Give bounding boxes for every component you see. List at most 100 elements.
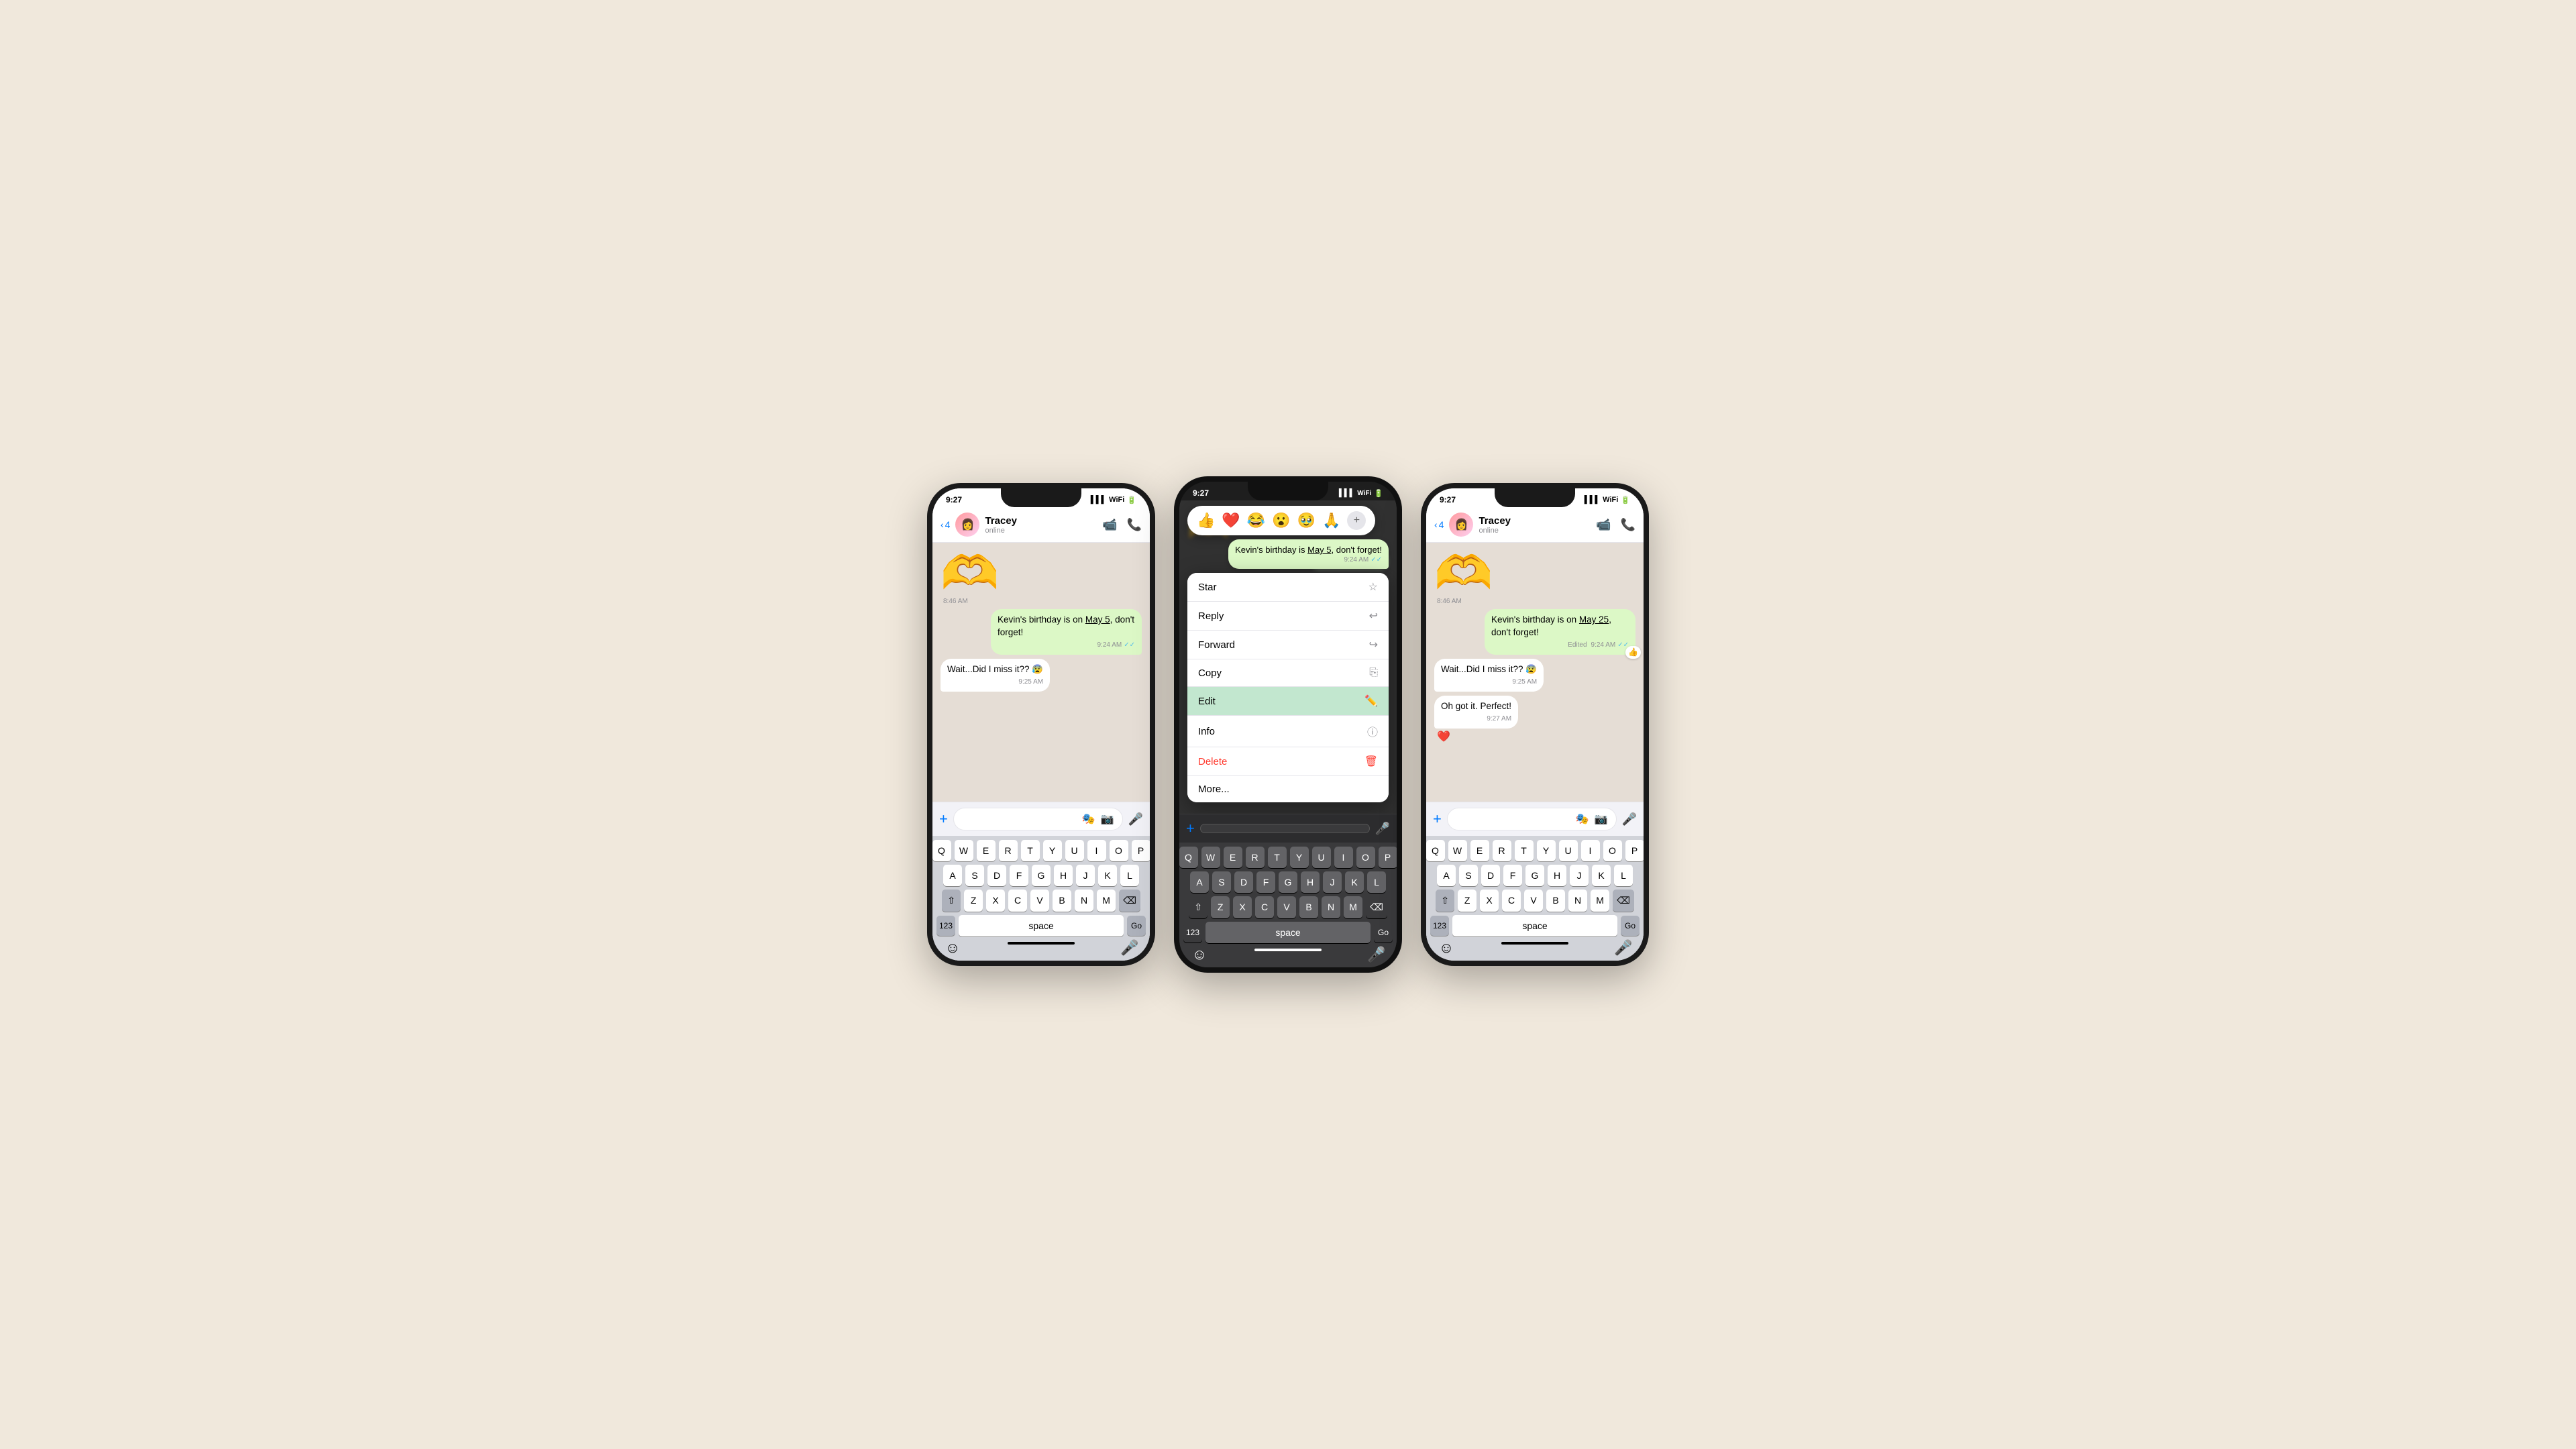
key-p-m[interactable]: P bbox=[1379, 847, 1397, 868]
mic-button-middle[interactable]: 🎤 bbox=[1375, 822, 1390, 836]
back-button-right[interactable]: ‹ 4 bbox=[1434, 519, 1444, 530]
key-space-m[interactable]: space bbox=[1205, 922, 1371, 943]
key-t-r[interactable]: T bbox=[1515, 840, 1534, 861]
key-u-left[interactable]: U bbox=[1065, 840, 1084, 861]
key-space-left[interactable]: space bbox=[959, 915, 1124, 936]
key-g-left[interactable]: G bbox=[1032, 865, 1051, 886]
key-r-left[interactable]: R bbox=[999, 840, 1018, 861]
emoji-more-button[interactable]: + bbox=[1347, 511, 1366, 530]
emoji-key-middle[interactable]: ☺ bbox=[1187, 946, 1212, 963]
key-t-m[interactable]: T bbox=[1268, 847, 1287, 868]
key-j-r[interactable]: J bbox=[1570, 865, 1589, 886]
key-d-r[interactable]: D bbox=[1481, 865, 1500, 886]
key-z-r[interactable]: Z bbox=[1458, 890, 1477, 912]
phone-call-icon-left[interactable]: 📞 bbox=[1127, 518, 1142, 532]
key-shift-r[interactable]: ⇧ bbox=[1436, 890, 1454, 912]
mic-key-left[interactable]: 🎤 bbox=[1118, 939, 1142, 957]
key-c-m[interactable]: C bbox=[1255, 896, 1274, 918]
ctx-item-copy[interactable]: Copy ⎘ bbox=[1187, 659, 1389, 687]
key-123-r[interactable]: 123 bbox=[1430, 916, 1449, 936]
key-z-m[interactable]: Z bbox=[1211, 896, 1230, 918]
key-a-m[interactable]: A bbox=[1190, 871, 1209, 893]
reaction-thumbs-up[interactable]: 👍 bbox=[1197, 512, 1215, 529]
key-v-r[interactable]: V bbox=[1524, 890, 1543, 912]
key-d-m[interactable]: D bbox=[1234, 871, 1253, 893]
add-attachment-icon-middle[interactable]: + bbox=[1186, 820, 1195, 837]
key-l-r[interactable]: L bbox=[1614, 865, 1633, 886]
key-i-left[interactable]: I bbox=[1087, 840, 1106, 861]
key-p-left[interactable]: P bbox=[1132, 840, 1150, 861]
key-v-m[interactable]: V bbox=[1277, 896, 1296, 918]
key-h-r[interactable]: H bbox=[1548, 865, 1566, 886]
key-n-left[interactable]: N bbox=[1075, 890, 1093, 912]
emoji-key-right[interactable]: ☺ bbox=[1434, 939, 1458, 957]
key-shift-left[interactable]: ⇧ bbox=[942, 890, 961, 912]
key-k-left[interactable]: K bbox=[1098, 865, 1117, 886]
key-del-r[interactable]: ⌫ bbox=[1613, 890, 1634, 912]
key-go-m[interactable]: Go bbox=[1374, 922, 1393, 943]
ctx-item-edit[interactable]: Edit ✏️ bbox=[1187, 687, 1389, 716]
key-x-m[interactable]: X bbox=[1233, 896, 1252, 918]
sticker-input-icon-left[interactable]: 🎭 bbox=[1082, 812, 1095, 826]
key-e-r[interactable]: E bbox=[1470, 840, 1489, 861]
key-123-m[interactable]: 123 bbox=[1183, 922, 1202, 943]
key-shift-m[interactable]: ⇧ bbox=[1189, 896, 1208, 918]
key-h-left[interactable]: H bbox=[1054, 865, 1073, 886]
ctx-item-more[interactable]: More... bbox=[1187, 776, 1389, 802]
mic-key-middle[interactable]: 🎤 bbox=[1364, 946, 1389, 963]
key-o-left[interactable]: O bbox=[1110, 840, 1128, 861]
mic-button-left[interactable]: 🎤 bbox=[1128, 812, 1143, 826]
key-r-r[interactable]: R bbox=[1493, 840, 1511, 861]
key-123-left[interactable]: 123 bbox=[936, 916, 955, 936]
key-delete-left[interactable]: ⌫ bbox=[1119, 890, 1140, 912]
reaction-pray[interactable]: 🙏 bbox=[1322, 512, 1340, 529]
add-attachment-icon-right[interactable]: + bbox=[1433, 810, 1442, 828]
message-input-right[interactable]: 🎭 📷 bbox=[1447, 808, 1617, 830]
key-s-m[interactable]: S bbox=[1212, 871, 1231, 893]
key-s-left[interactable]: S bbox=[965, 865, 984, 886]
key-go-r[interactable]: Go bbox=[1621, 916, 1640, 936]
message-input-left[interactable]: 🎭 📷 bbox=[953, 808, 1123, 830]
reaction-cry[interactable]: 🥹 bbox=[1297, 512, 1316, 529]
key-j-m[interactable]: J bbox=[1323, 871, 1342, 893]
key-m-left[interactable]: M bbox=[1097, 890, 1116, 912]
key-u-m[interactable]: U bbox=[1312, 847, 1331, 868]
key-o-r[interactable]: O bbox=[1603, 840, 1622, 861]
key-x-r[interactable]: X bbox=[1480, 890, 1499, 912]
key-m-m[interactable]: M bbox=[1344, 896, 1362, 918]
ctx-item-info[interactable]: Info ⓘ bbox=[1187, 716, 1389, 747]
key-f-r[interactable]: F bbox=[1503, 865, 1522, 886]
key-e-m[interactable]: E bbox=[1224, 847, 1242, 868]
key-a-left[interactable]: A bbox=[943, 865, 962, 886]
key-y-left[interactable]: Y bbox=[1043, 840, 1062, 861]
key-y-r[interactable]: Y bbox=[1537, 840, 1556, 861]
key-w-r[interactable]: W bbox=[1448, 840, 1467, 861]
camera-input-icon-right[interactable]: 📷 bbox=[1595, 812, 1608, 826]
back-button-left[interactable]: ‹ 4 bbox=[941, 519, 950, 530]
video-call-icon-left[interactable]: 📹 bbox=[1102, 518, 1117, 532]
key-c-left[interactable]: C bbox=[1008, 890, 1027, 912]
ctx-item-forward[interactable]: Forward ↪ bbox=[1187, 631, 1389, 659]
key-e-left[interactable]: E bbox=[977, 840, 996, 861]
key-u-r[interactable]: U bbox=[1559, 840, 1578, 861]
key-y-m[interactable]: Y bbox=[1290, 847, 1309, 868]
key-i-m[interactable]: I bbox=[1334, 847, 1353, 868]
key-f-left[interactable]: F bbox=[1010, 865, 1028, 886]
key-f-m[interactable]: F bbox=[1256, 871, 1275, 893]
key-l-left[interactable]: L bbox=[1120, 865, 1139, 886]
key-q-r[interactable]: Q bbox=[1426, 840, 1445, 861]
key-n-r[interactable]: N bbox=[1568, 890, 1587, 912]
key-g-m[interactable]: G bbox=[1279, 871, 1297, 893]
mic-key-right[interactable]: 🎤 bbox=[1611, 939, 1635, 957]
key-p-r[interactable]: P bbox=[1625, 840, 1644, 861]
key-j-left[interactable]: J bbox=[1076, 865, 1095, 886]
key-d-left[interactable]: D bbox=[987, 865, 1006, 886]
key-b-left[interactable]: B bbox=[1053, 890, 1071, 912]
reaction-laugh[interactable]: 😂 bbox=[1247, 512, 1265, 529]
key-o-m[interactable]: O bbox=[1356, 847, 1375, 868]
emoji-key-left[interactable]: ☺ bbox=[941, 939, 965, 957]
key-k-r[interactable]: K bbox=[1592, 865, 1611, 886]
sticker-input-icon-right[interactable]: 🎭 bbox=[1576, 812, 1589, 826]
key-b-r[interactable]: B bbox=[1546, 890, 1565, 912]
key-x-left[interactable]: X bbox=[986, 890, 1005, 912]
